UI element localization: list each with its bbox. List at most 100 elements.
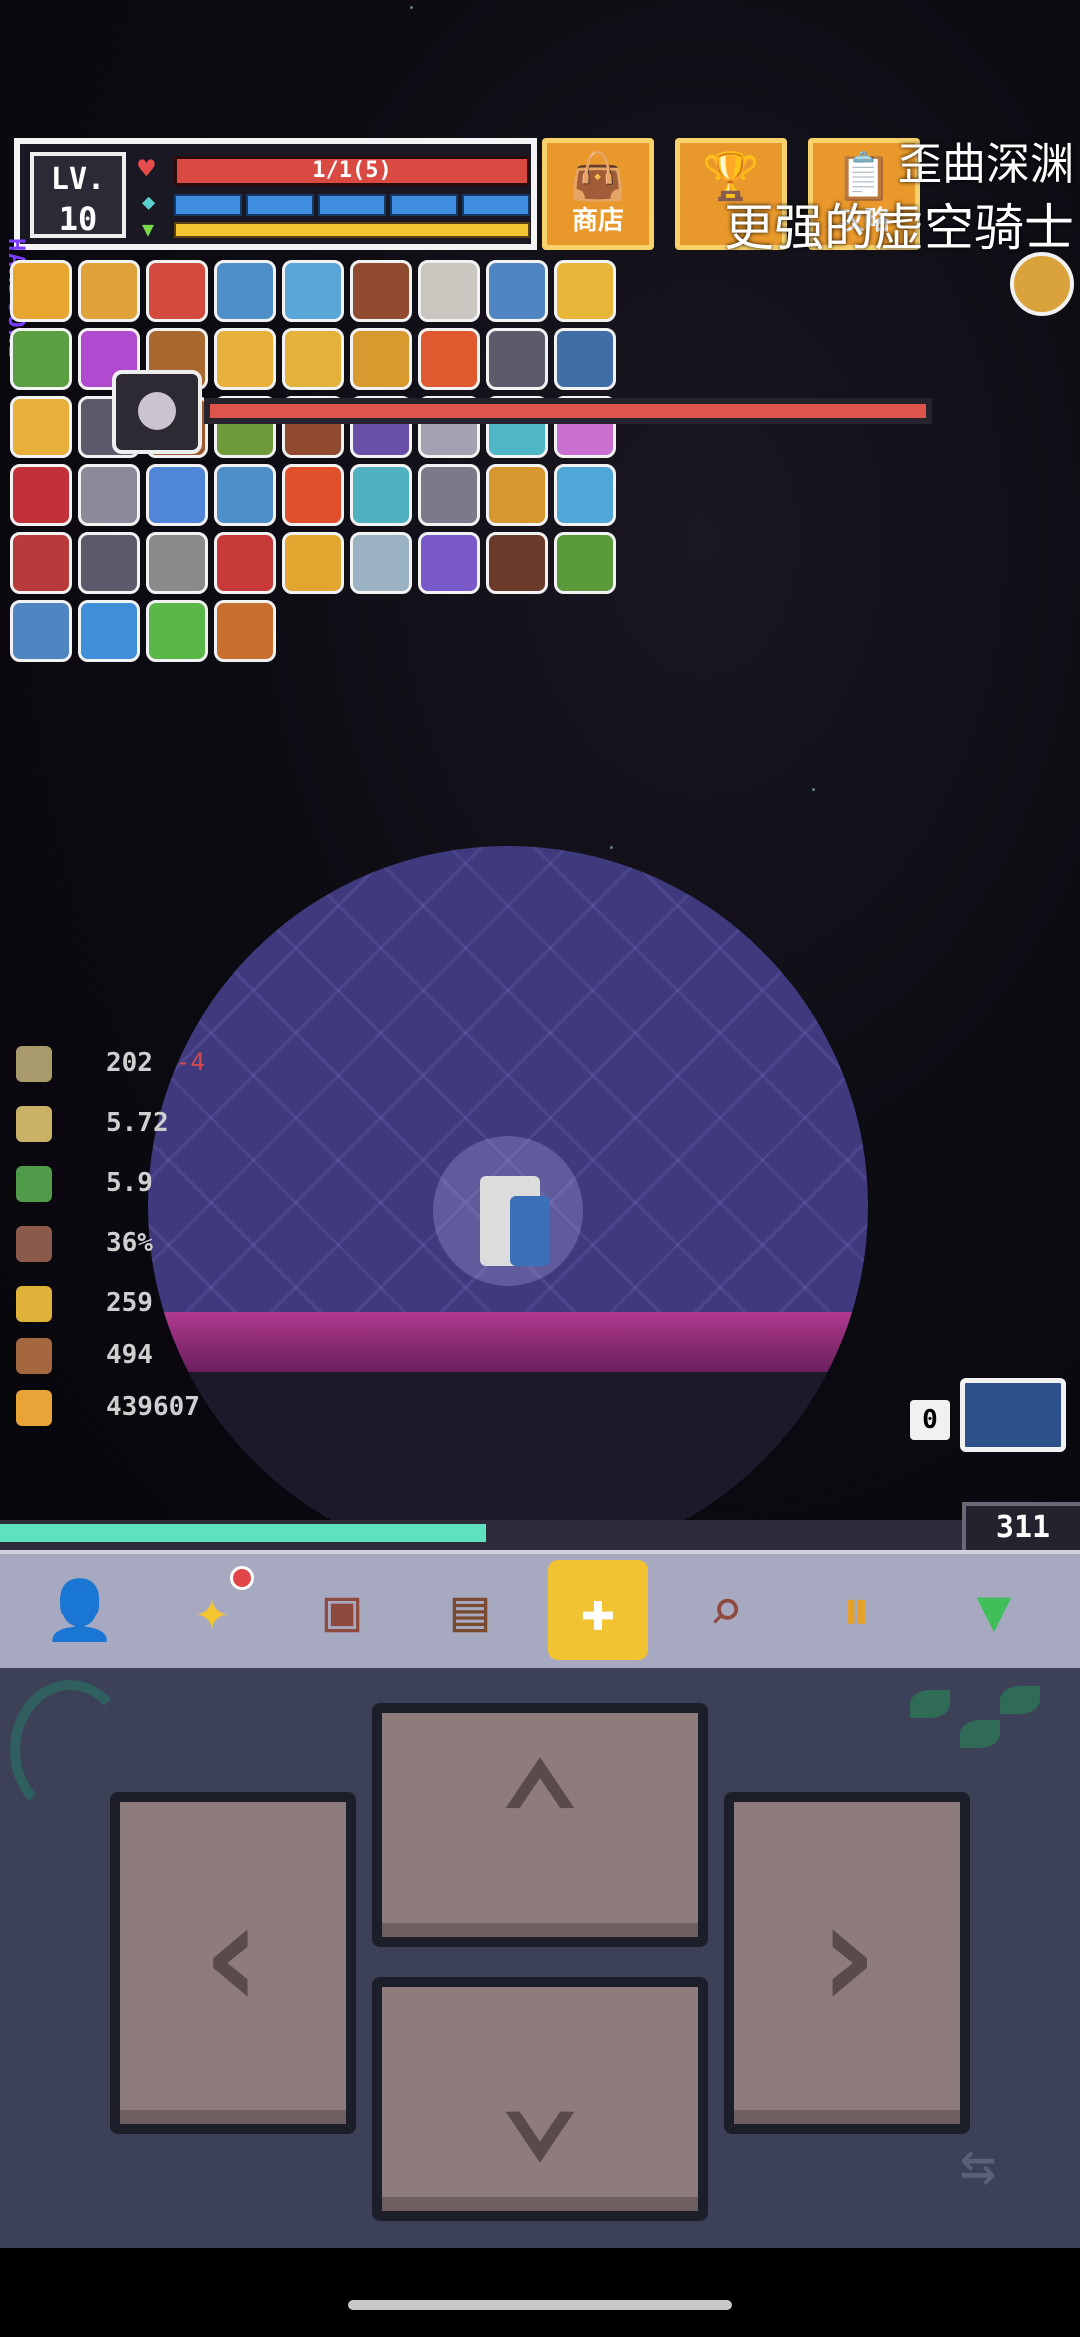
item-icon[interactable]	[350, 532, 412, 594]
heart-icon: ♥	[138, 152, 155, 185]
dropdown-arrow-icon: ▼	[976, 1576, 1012, 1644]
item-icon[interactable]	[350, 464, 412, 526]
target-button[interactable]: ✚	[548, 1560, 648, 1660]
dpad-up-button[interactable]: ⌃	[372, 1703, 708, 1947]
move-speed-boot-icon	[16, 1166, 52, 1202]
item-icon[interactable]	[554, 464, 616, 526]
stat-attack-speed: 5.72	[16, 1104, 256, 1144]
leaf	[960, 1720, 1000, 1748]
notification-badge	[230, 1566, 254, 1590]
item-icon[interactable]	[350, 260, 412, 322]
stat-crit: 36%	[16, 1224, 256, 1264]
boss-skull-icon	[112, 370, 202, 454]
level-value: 10	[58, 200, 98, 238]
health-bar: 1/1(5)	[174, 156, 530, 186]
item-icon[interactable]	[10, 396, 72, 458]
armor-segment	[246, 194, 314, 216]
player-character	[480, 1176, 550, 1266]
item-icon[interactable]	[282, 260, 344, 322]
level-label: LV.	[50, 162, 106, 197]
level-badge: LV. 10	[30, 152, 126, 238]
gold-key-icon	[16, 1286, 52, 1322]
stat-value: 494	[106, 1340, 153, 1370]
item-icon[interactable]	[10, 328, 72, 390]
item-icon[interactable]	[214, 600, 276, 662]
home-indicator[interactable]	[348, 2300, 732, 2310]
action-toolbar: 👤 ✦ ▣ ▤ ✚ ⌕ ⏸ ▼	[0, 1550, 1080, 1668]
bronze-key-icon	[16, 1338, 52, 1374]
player-status-panel: LV. 10 ♥ 1/1(5) ◆ ▼	[14, 138, 537, 250]
collapse-button[interactable]: ▼	[944, 1560, 1044, 1660]
shop-bag-icon: 👜	[569, 149, 627, 203]
dpad-right-button[interactable]: ›	[724, 1792, 970, 2134]
pause-icon: ⏸	[841, 1575, 871, 1644]
item-icon[interactable]	[78, 260, 140, 322]
journal-button[interactable]: ▣	[292, 1560, 392, 1660]
stat-value: 202	[106, 1048, 153, 1078]
item-icon[interactable]	[214, 260, 276, 322]
weapon-slot[interactable]	[960, 1378, 1066, 1452]
crit-icon	[16, 1226, 52, 1262]
dpad-left-button[interactable]: ‹	[110, 1792, 356, 2134]
boss-health	[112, 362, 952, 462]
system-nav-area	[0, 2248, 1080, 2337]
settings-gear-icon[interactable]	[1010, 252, 1074, 316]
backpack-button[interactable]: ▤	[420, 1560, 520, 1660]
gold-coin-icon	[16, 1390, 52, 1426]
arena-view	[148, 846, 868, 1566]
down-arrow-icon: ⌄	[494, 2005, 586, 2179]
level-name: 歪曲深渊	[898, 139, 1074, 190]
star	[410, 6, 413, 9]
item-icon[interactable]	[486, 464, 548, 526]
leaf-decoration	[900, 1680, 1060, 1800]
item-icon[interactable]	[554, 532, 616, 594]
attack-speed-icon	[16, 1106, 52, 1142]
item-icon[interactable]	[486, 260, 548, 322]
stat-attack: 202 -4	[16, 1044, 256, 1084]
item-icon[interactable]	[78, 464, 140, 526]
stat-value: 259	[106, 1288, 153, 1318]
item-icon[interactable]	[282, 532, 344, 594]
item-icon[interactable]	[486, 532, 548, 594]
item-icon[interactable]	[418, 532, 480, 594]
item-icon[interactable]	[10, 464, 72, 526]
up-arrow-icon: ⌃	[494, 1731, 586, 1905]
pause-button[interactable]: ⏸	[806, 1560, 906, 1660]
shield-icon: ◆	[142, 190, 156, 215]
item-icon[interactable]	[10, 600, 72, 662]
character-button[interactable]: 👤	[30, 1560, 130, 1660]
item-icon[interactable]	[78, 532, 140, 594]
item-icon[interactable]	[10, 532, 72, 594]
item-icon[interactable]	[146, 532, 208, 594]
experience-fill	[0, 1524, 486, 1542]
star	[610, 846, 613, 849]
item-icon[interactable]	[146, 260, 208, 322]
stat-value: 439607	[106, 1392, 200, 1422]
armor-bar	[174, 194, 530, 216]
attack-icon	[16, 1046, 52, 1082]
right-arrow-icon: ›	[801, 1869, 893, 2043]
item-icon[interactable]	[10, 260, 72, 322]
leaf	[910, 1690, 950, 1718]
armor-segment	[318, 194, 386, 216]
search-button[interactable]: ⌕	[676, 1560, 776, 1660]
item-icon[interactable]	[418, 260, 480, 322]
item-icon[interactable]	[282, 464, 344, 526]
skills-button[interactable]: ✦	[162, 1560, 262, 1660]
item-icon[interactable]	[146, 464, 208, 526]
sparkle-skill-icon: ✦	[194, 1576, 230, 1644]
stat-delta: -4	[176, 1048, 205, 1076]
character-icon: 👤	[43, 1575, 117, 1644]
item-icon[interactable]	[214, 464, 276, 526]
energy-bar	[174, 222, 530, 238]
dpad-down-button[interactable]: ⌄	[372, 1977, 708, 2221]
item-icon[interactable]	[214, 532, 276, 594]
item-icon[interactable]	[146, 600, 208, 662]
item-icon[interactable]	[78, 600, 140, 662]
item-icon[interactable]	[418, 464, 480, 526]
item-icon[interactable]	[554, 260, 616, 322]
shop-button[interactable]: 👜 商店	[542, 138, 654, 250]
swap-weapon-icon[interactable]: ⇆	[960, 2130, 996, 2200]
left-arrow-icon: ‹	[187, 1869, 279, 2043]
stat-value: 36%	[106, 1228, 153, 1258]
